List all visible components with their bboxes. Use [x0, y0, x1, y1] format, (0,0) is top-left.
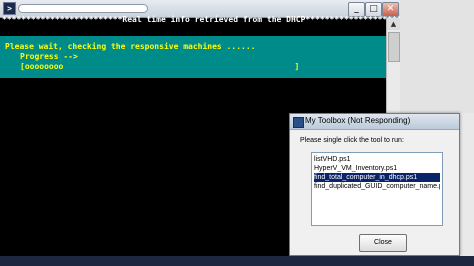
toolbox-prompt: Please single click the tool to run:: [300, 137, 404, 144]
toolbox-app-icon: [293, 117, 304, 128]
toolbox-title: My Toolbox (Not Responding): [305, 116, 411, 125]
desktop-background: [400, 0, 474, 113]
progress-panel: Please wait, checking the responsive mac…: [0, 36, 386, 78]
tool-list-item[interactable]: find_duplicated_GUID_computer_name.ps1: [314, 182, 440, 191]
toolbox-window[interactable]: My Toolbox (Not Responding) Please singl…: [289, 113, 460, 256]
console-header-line: *************************Real time info …: [2, 15, 400, 24]
console-icon: >: [3, 2, 16, 15]
progress-label: Progress -->: [20, 52, 78, 61]
tool-list-item[interactable]: HyperV_VM_Inventory.ps1: [314, 164, 440, 173]
progress-bar: [oooooooo ]: [20, 62, 300, 71]
toolbox-titlebar[interactable]: My Toolbox (Not Responding): [290, 114, 459, 130]
toolbox-close-button[interactable]: Close: [359, 234, 407, 252]
tool-listbox[interactable]: listVHD.ps1 HyperV_VM_Inventory.ps1 find…: [311, 152, 443, 226]
tool-list-item[interactable]: listVHD.ps1: [314, 155, 440, 164]
taskbar: [0, 256, 474, 266]
console-title: [18, 4, 148, 13]
tool-list-item-selected[interactable]: find_total_computer_in_dhcp.ps1: [314, 173, 440, 182]
wait-message: Please wait, checking the responsive mac…: [5, 42, 256, 51]
scroll-up-arrow-icon[interactable]: ▲: [387, 18, 400, 30]
scroll-thumb[interactable]: [388, 32, 400, 62]
